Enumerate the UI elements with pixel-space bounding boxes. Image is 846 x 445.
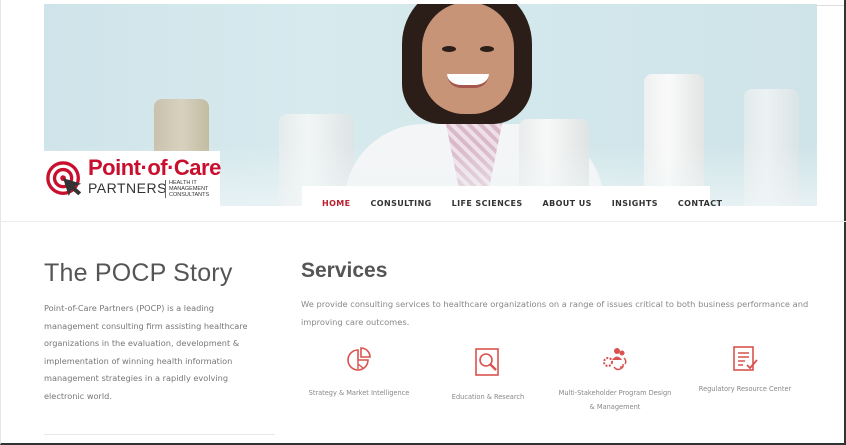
services-intro: We provide consulting services to health… xyxy=(301,299,809,327)
header-divider xyxy=(0,221,846,222)
story-paragraph: Point-of-Care Partners (POCP) is a leadi… xyxy=(44,303,248,401)
services-heading: Services xyxy=(301,259,388,282)
service-education-research[interactable]: Education & Research xyxy=(438,347,538,404)
nav-item-contact[interactable]: CONTACT xyxy=(678,199,723,208)
service-strategy-market-intelligence[interactable]: Strategy & Market Intelligence xyxy=(300,345,418,400)
service-label: Education & Research xyxy=(451,393,525,401)
nav-item-about-us[interactable]: ABOUT US xyxy=(542,199,591,208)
main-navigation: HOME CONSULTING LIFE SCIENCES ABOUT US I… xyxy=(302,186,722,221)
nav-item-insights[interactable]: INSIGHTS xyxy=(612,199,658,208)
service-label: Strategy & Market Intelligence xyxy=(308,389,410,397)
logo-title: Point·of·Care xyxy=(88,155,221,180)
story-heading: The POCP Story xyxy=(44,259,233,287)
checklist-document-icon xyxy=(733,346,758,371)
logo-tagline: HEALTH IT MANAGEMENT CONSULTANTS xyxy=(165,180,220,198)
service-label: Multi-Stakeholder Program Design & Manag… xyxy=(558,389,672,411)
site-logo[interactable]: Point·of·Care PARTNERS HEALTH IT MANAGEM… xyxy=(44,151,221,206)
nav-item-life-sciences[interactable]: LIFE SCIENCES xyxy=(452,199,523,208)
story-divider xyxy=(44,434,275,435)
target-cursor-icon xyxy=(46,161,82,197)
service-multi-stakeholder-program[interactable]: Multi-Stakeholder Program Design & Manag… xyxy=(556,345,674,414)
service-regulatory-resource-center[interactable]: Regulatory Resource Center xyxy=(686,344,804,396)
nav-item-consulting[interactable]: CONSULTING xyxy=(371,199,432,208)
logo-subtitle: PARTNERS xyxy=(88,180,167,196)
magnifier-document-icon xyxy=(475,348,499,376)
nav-item-home[interactable]: HOME xyxy=(322,199,351,208)
service-label: Regulatory Resource Center xyxy=(698,385,792,393)
pie-chart-icon xyxy=(347,347,371,371)
people-gear-icon xyxy=(603,348,627,371)
